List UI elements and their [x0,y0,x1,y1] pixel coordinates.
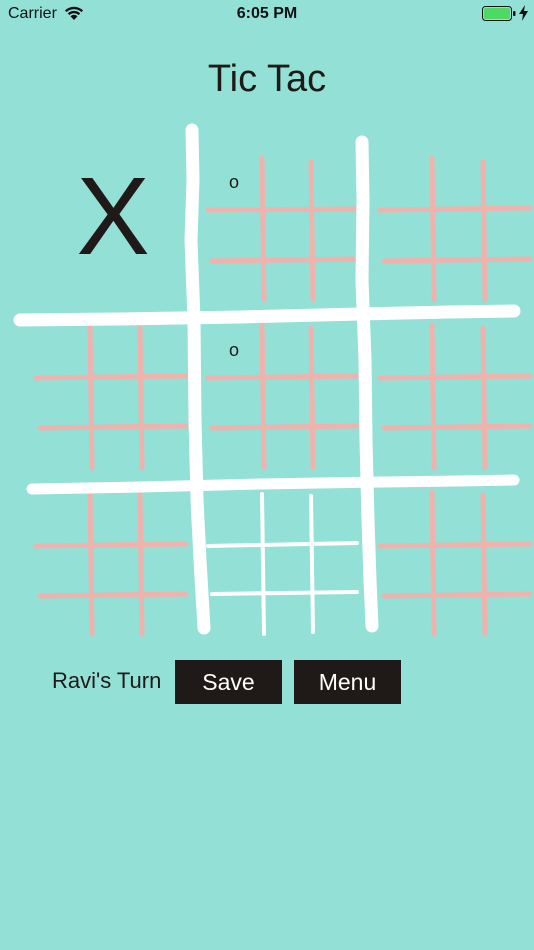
subboard-7[interactable] [206,492,359,636]
subboard-8[interactable] [377,489,533,637]
controls-bar: Ravi's Turn Save Menu [0,658,534,706]
battery-icon [482,6,516,21]
board-1-cell-0-mark: o [228,172,239,192]
save-button[interactable]: Save [175,660,282,704]
menu-button[interactable]: Menu [294,660,401,704]
subboard-3[interactable] [33,322,189,471]
subboard-5[interactable] [377,322,533,471]
turn-indicator: Ravi's Turn [52,668,162,693]
subboard-2[interactable] [377,155,533,303]
board-4-cell-0-mark: o [228,340,239,360]
status-bar: Carrier 6:05 PM [0,0,534,28]
subboard-6[interactable] [33,489,189,637]
charging-bolt-icon [519,5,528,21]
board-drawing [13,123,533,637]
clock: 6:05 PM [236,5,298,22]
game-board: o o [0,120,534,650]
page-title: Tic Tac [207,58,327,100]
